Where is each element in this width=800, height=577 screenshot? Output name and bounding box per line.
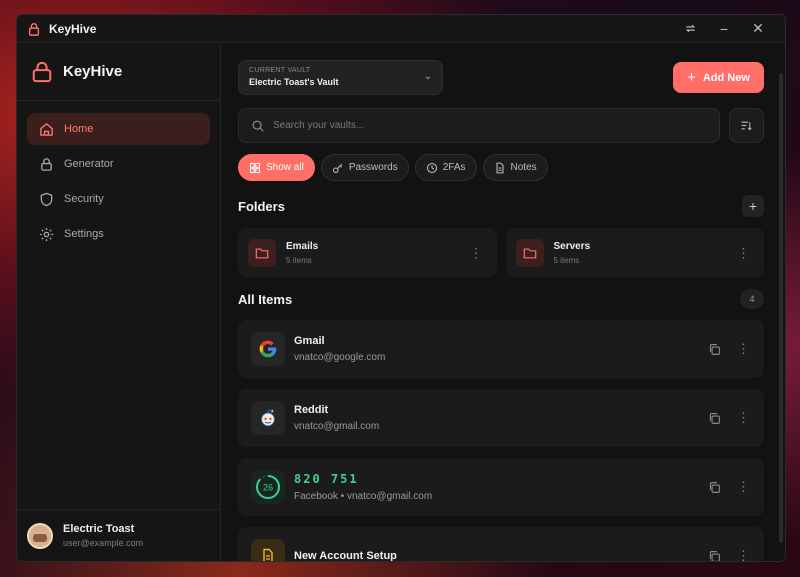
plus-icon: +: [748, 198, 758, 214]
chevron-down-icon: ⌄: [423, 71, 432, 82]
minimize-icon: −: [719, 20, 729, 37]
copy-icon[interactable]: [708, 481, 721, 494]
all-items-title: All Items: [238, 291, 293, 307]
more-options-icon[interactable]: ⋮: [737, 410, 750, 426]
lock-logo-icon: [32, 61, 52, 82]
item-totp-facebook[interactable]: 26 820 751 Facebook • vnatco@gmail.com ⋮: [238, 458, 764, 516]
totp-code: 820 751: [294, 472, 359, 486]
item-subtitle: vnatco@gmail.com: [294, 421, 380, 432]
sort-button[interactable]: [729, 108, 764, 143]
add-new-label: Add New: [702, 71, 750, 84]
sidebar-nav: Home Generator Security Settings: [17, 101, 220, 265]
folder-icon: [248, 238, 276, 267]
filter-show-all[interactable]: Show all: [238, 154, 315, 181]
item-new-account-setup[interactable]: New Account Setup ⋮: [238, 527, 764, 561]
folders-title: Folders: [238, 198, 285, 214]
sidebar-item-home[interactable]: Home: [27, 113, 210, 145]
filter-notes[interactable]: Notes: [482, 154, 548, 181]
scrollbar[interactable]: [779, 73, 783, 543]
title-bar: KeyHive − ✕: [17, 15, 785, 43]
item-gmail[interactable]: Gmail vnatco@google.com ⋮: [238, 320, 764, 378]
sync-icon: [685, 24, 695, 33]
lock-icon: [41, 157, 52, 171]
copy-icon[interactable]: [708, 412, 721, 425]
item-title: Reddit: [294, 404, 329, 416]
sidebar-item-security[interactable]: Security: [27, 183, 210, 215]
search-input[interactable]: [273, 120, 707, 131]
copy-icon[interactable]: [708, 343, 721, 356]
folder-name: Emails: [286, 240, 319, 252]
filter-passwords[interactable]: Passwords: [320, 154, 409, 181]
vault-label: CURRENT VAULT: [249, 67, 311, 74]
item-reddit[interactable]: Reddit vnatco@gmail.com ⋮: [238, 389, 764, 447]
plus-icon: +: [687, 69, 696, 86]
more-options-icon[interactable]: ⋮: [737, 548, 750, 561]
sidebar: KeyHive Home Generator Security Settings…: [17, 43, 221, 561]
filter-label: Notes: [510, 162, 537, 173]
item-title: New Account Setup: [294, 550, 397, 561]
reddit-icon: [251, 401, 285, 435]
copy-icon[interactable]: [708, 550, 721, 562]
app-window: KeyHive − ✕ KeyHive Home Generator Secur…: [16, 14, 786, 562]
clock-icon: [426, 162, 437, 173]
note-icon: [251, 539, 285, 561]
lock-logo-icon: [28, 22, 40, 36]
sidebar-item-settings[interactable]: Settings: [27, 218, 210, 250]
window-title: KeyHive: [49, 21, 97, 36]
user-name: Electric Toast: [63, 523, 135, 535]
sidebar-item-label: Home: [64, 123, 94, 135]
search-box[interactable]: [238, 108, 720, 143]
item-title: Gmail: [294, 335, 325, 347]
close-button[interactable]: ✕: [741, 15, 775, 43]
brand: KeyHive: [17, 43, 220, 101]
minimize-button[interactable]: −: [707, 15, 741, 43]
folder-emails[interactable]: Emails 5 items ⋮: [238, 228, 497, 277]
folder-servers[interactable]: Servers 5 items ⋮: [505, 228, 764, 277]
sidebar-item-generator[interactable]: Generator: [27, 148, 210, 180]
item-subtitle: Facebook • vnatco@gmail.com: [294, 491, 433, 502]
sort-icon: [741, 121, 752, 131]
key-icon: [332, 163, 342, 173]
add-new-button[interactable]: + Add New: [673, 62, 764, 93]
more-options-icon[interactable]: ⋮: [470, 246, 483, 259]
vault-selector[interactable]: CURRENT VAULT Electric Toast's Vault ⌄: [238, 60, 443, 95]
sidebar-item-label: Generator: [64, 158, 114, 170]
sidebar-item-label: Security: [64, 193, 104, 205]
sync-button[interactable]: [673, 15, 707, 43]
more-options-icon[interactable]: ⋮: [737, 479, 750, 495]
totp-timer-icon: 26: [251, 470, 285, 504]
more-options-icon[interactable]: ⋮: [737, 246, 750, 259]
item-subtitle: vnatco@google.com: [294, 352, 386, 363]
filter-2fas[interactable]: 2FAs: [414, 154, 477, 181]
user-profile[interactable]: Electric Toast user@example.com: [17, 509, 220, 561]
home-icon: [40, 122, 53, 136]
folder-icon: [515, 238, 544, 267]
avatar: [27, 522, 53, 549]
user-email: user@example.com: [63, 538, 144, 548]
main-content: CURRENT VAULT Electric Toast's Vault ⌄ +…: [221, 43, 785, 561]
close-icon: ✕: [752, 20, 764, 36]
filter-label: Show all: [266, 162, 304, 173]
filter-bar: Show all Passwords 2FAs Notes: [238, 154, 764, 181]
google-icon: [251, 332, 285, 366]
filter-label: 2FAs: [442, 162, 466, 173]
sidebar-item-label: Settings: [64, 228, 104, 240]
search-icon: [252, 120, 264, 132]
totp-timer-value: 26: [263, 483, 273, 493]
add-folder-button[interactable]: +: [742, 195, 764, 217]
more-options-icon[interactable]: ⋮: [737, 341, 750, 357]
gear-icon: [39, 227, 54, 241]
folder-name: Servers: [553, 240, 591, 252]
folder-count: 5 items: [553, 255, 580, 265]
filter-label: Passwords: [348, 162, 398, 173]
brand-name: KeyHive: [63, 63, 123, 80]
vault-name: Electric Toast's Vault: [249, 77, 339, 87]
document-icon: [495, 162, 504, 173]
folder-count: 5 items: [286, 255, 312, 265]
items-count-badge: 4: [740, 289, 764, 309]
grid-icon: [249, 162, 261, 173]
shield-icon: [40, 192, 53, 206]
